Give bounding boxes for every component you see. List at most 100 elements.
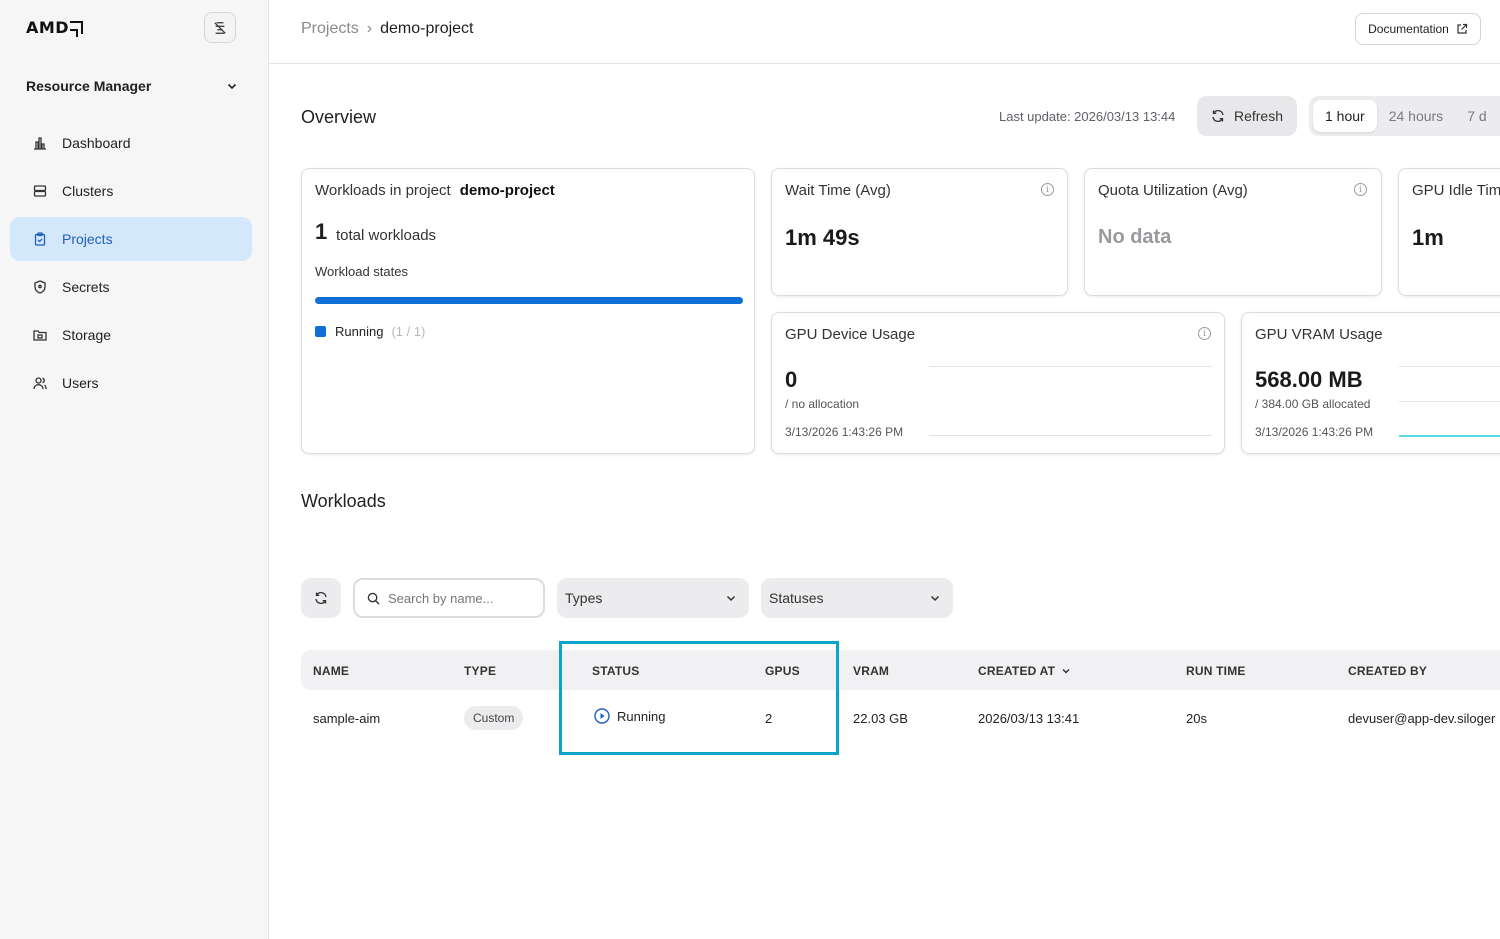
sidebar-nav: Dashboard Clusters Projects Secrets Stor… <box>10 121 252 409</box>
types-filter-select[interactable]: Types <box>557 578 749 618</box>
breadcrumb-current: demo-project <box>380 20 474 37</box>
info-icon[interactable]: i <box>1354 183 1367 196</box>
gpu-idle-time-title: GPU Idle Tim <box>1412 182 1500 199</box>
overview-title: Overview <box>301 107 377 127</box>
gpu-device-allocation: / no allocation <box>785 397 860 411</box>
cell-created-by: devuser@app-dev.siloger <box>1348 711 1496 726</box>
breadcrumb: Projects › demo-project <box>301 20 474 38</box>
total-workloads-label: total workloads <box>336 227 437 244</box>
running-legend-label: Running <box>335 324 384 339</box>
chart-gridline <box>929 435 1212 436</box>
workloads-card-project: demo-project <box>459 182 555 199</box>
search-input[interactable] <box>388 590 528 606</box>
column-header-created-at-label: CREATED AT <box>978 664 1056 678</box>
gpu-vram-usage-title: GPU VRAM Usage <box>1255 326 1383 343</box>
reload-workloads-button[interactable] <box>301 578 341 618</box>
collapse-sidebar-button[interactable] <box>204 12 236 43</box>
sidebar-item-secrets[interactable]: Secrets <box>10 265 252 309</box>
sidebar-item-clusters[interactable]: Clusters <box>10 169 252 213</box>
cell-created-at: 2026/03/13 13:41 <box>978 711 1080 726</box>
column-header-vram[interactable]: VRAM <box>853 664 889 678</box>
statuses-filter-select[interactable]: Statuses <box>761 578 953 618</box>
refresh-icon <box>315 592 327 604</box>
resource-manager-selector[interactable]: Resource Manager <box>26 78 238 94</box>
users-icon <box>33 376 47 390</box>
chart-gridline <box>1399 366 1500 367</box>
wait-time-value: 1m 49s <box>785 225 860 250</box>
sidebar-item-label: Secrets <box>62 279 110 295</box>
sidebar-item-label: Clusters <box>62 183 114 199</box>
chart-gridline <box>929 366 1212 367</box>
statuses-filter-label: Statuses <box>769 590 824 606</box>
cell-name[interactable]: sample-aim <box>313 711 380 726</box>
types-filter-label: Types <box>565 590 603 606</box>
workloads-table-header: NAME TYPE STATUS GPUS VRAM CREATED AT RU… <box>301 650 1500 690</box>
workloads-card-title-prefix: Workloads in project <box>315 182 451 199</box>
wait-time-card: Wait Time (Avg) i 1m 49s <box>771 168 1068 296</box>
topbar: Projects › demo-project Documentation <box>269 0 1500 64</box>
refresh-icon <box>1212 110 1224 122</box>
workloads-title: Workloads <box>301 491 386 511</box>
documentation-label: Documentation <box>1368 22 1449 36</box>
server-icon <box>33 184 47 198</box>
workloads-card-title: Workloads in project demo-project <box>315 182 555 199</box>
gpu-idle-time-value: 1m <box>1412 225 1444 250</box>
external-link-icon <box>1457 23 1467 34</box>
refresh-label: Refresh <box>1233 108 1284 124</box>
clipboard-icon <box>33 232 47 246</box>
running-legend: Running (1 / 1) <box>335 324 425 339</box>
cell-vram: 22.03 GB <box>853 711 908 726</box>
column-header-name[interactable]: NAME <box>313 664 349 678</box>
documentation-button[interactable]: Documentation <box>1355 13 1481 45</box>
sidebar: AMD Resource Manager Dashboard Clusters … <box>0 0 269 939</box>
cell-run-time: 20s <box>1186 711 1207 726</box>
gpu-device-usage-card: GPU Device Usage i 0 / no allocation 3/1… <box>771 312 1225 454</box>
info-icon[interactable]: i <box>1198 327 1211 340</box>
highlight-box <box>559 641 839 755</box>
gpu-idle-time-card: GPU Idle Tim 1m <box>1398 168 1500 296</box>
amd-logo[interactable]: AMD <box>26 18 84 37</box>
gpu-device-usage-value: 0 <box>785 367 798 392</box>
workload-states-label: Workload states <box>315 264 408 279</box>
quota-utilization-card: Quota Utilization (Avg) i No data <box>1084 168 1382 296</box>
shield-icon <box>33 280 47 294</box>
breadcrumb-projects-link[interactable]: Projects <box>301 20 359 37</box>
sidebar-item-users[interactable]: Users <box>10 361 252 405</box>
range-option-24-hours[interactable]: 24 hours <box>1377 100 1455 132</box>
sidebar-item-storage[interactable]: Storage <box>10 313 252 357</box>
gpu-vram-usage-value: 568.00 MB <box>1255 367 1363 392</box>
info-icon[interactable]: i <box>1041 183 1054 196</box>
sidebar-item-label: Users <box>62 375 99 391</box>
search-icon <box>367 592 380 605</box>
sidebar-item-label: Projects <box>62 231 113 247</box>
range-option-1-hour[interactable]: 1 hour <box>1313 100 1377 132</box>
chevron-down-icon <box>726 595 736 602</box>
total-workloads-count: 1 <box>315 219 328 244</box>
chart-gridline <box>1399 401 1500 402</box>
column-header-created-at[interactable]: CREATED AT <box>978 664 1071 678</box>
chevron-down-icon <box>227 83 237 90</box>
sidebar-item-projects[interactable]: Projects <box>10 217 252 261</box>
gpu-vram-usage-card: GPU VRAM Usage 568.00 MB / 384.00 GB all… <box>1241 312 1500 454</box>
chevron-down-icon <box>930 595 940 602</box>
refresh-button[interactable]: Refresh <box>1197 96 1297 136</box>
column-header-created-by[interactable]: CREATED BY <box>1348 664 1427 678</box>
sidebar-item-label: Dashboard <box>62 135 131 151</box>
range-option-7-days[interactable]: 7 d <box>1455 100 1498 132</box>
quota-utilization-title: Quota Utilization (Avg) <box>1098 182 1248 199</box>
running-legend-count: (1 / 1) <box>391 324 426 339</box>
folder-icon <box>33 328 47 342</box>
gpu-device-usage-title: GPU Device Usage <box>785 326 916 343</box>
gpu-device-timestamp: 3/13/2026 1:43:26 PM <box>785 425 904 439</box>
running-legend-swatch <box>315 326 326 337</box>
search-box <box>353 578 545 618</box>
sidebar-item-dashboard[interactable]: Dashboard <box>10 121 252 165</box>
vram-usage-sparkline <box>1399 435 1500 437</box>
resource-manager-label: Resource Manager <box>26 78 152 94</box>
gpu-vram-timestamp: 3/13/2026 1:43:26 PM <box>1255 425 1374 439</box>
type-badge: Custom <box>464 706 524 730</box>
last-update-text: Last update: 2026/03/13 13:44 <box>999 109 1176 124</box>
gpu-vram-allocation: / 384.00 GB allocated <box>1255 397 1371 411</box>
column-header-type[interactable]: TYPE <box>464 664 496 678</box>
column-header-run-time[interactable]: RUN TIME <box>1186 664 1246 678</box>
